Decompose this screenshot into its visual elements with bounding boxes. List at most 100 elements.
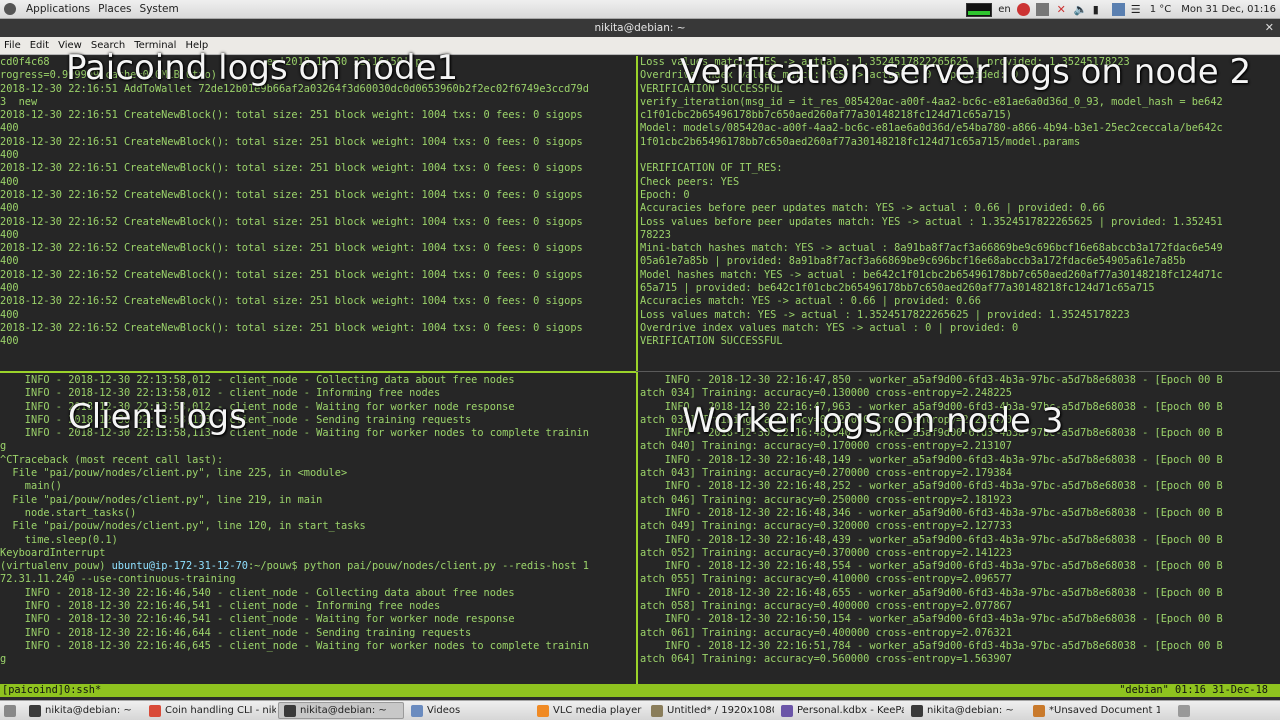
terminal-line: Overdrive index values match: YES -> act…: [640, 321, 1019, 334]
terminal-line: VERIFICATION OF IT_RES:: [640, 162, 783, 175]
terminal-line: INFO - 2018-12-30 22:16:46,644 - client_…: [0, 626, 472, 639]
camera-icon[interactable]: [1035, 3, 1049, 16]
taskbar-item[interactable]: Personal.kdbx - KeePass: [776, 702, 904, 719]
terminal-line: INFO - 2018-12-30 22:16:51,784 - worker_…: [640, 639, 1223, 652]
overlay-client-caption: Client logs: [68, 397, 247, 437]
terminal-line: 400: [0, 335, 19, 348]
weather-icon[interactable]: ☰: [1131, 3, 1144, 16]
taskbar-item[interactable]: Coin handling CLI - niki...: [144, 702, 276, 719]
terminal-line: 400: [0, 308, 19, 321]
overlay-worker-caption: Worker logs on node 3: [682, 401, 1064, 441]
tools-icon[interactable]: ✕: [1055, 3, 1068, 16]
monitor-icon[interactable]: [1111, 3, 1125, 16]
terminal-line: time.sleep(0.1): [0, 533, 118, 546]
debian-logo-icon[interactable]: [4, 3, 16, 15]
terminal-line: atch 034] Training: accuracy=0.130000 cr…: [640, 387, 1012, 400]
terminal-line: 65a715 | provided: be642c1f01cbc2b654961…: [640, 282, 1155, 295]
terminal-line: atch 049] Training: accuracy=0.320000 cr…: [640, 520, 1012, 533]
window-title: nikita@debian: ~: [594, 22, 686, 34]
tmux-status-bar: [paicoind]0:ssh* "debian" 01:16 31-Dec-1…: [0, 684, 1280, 697]
terminal-line: 400: [0, 255, 19, 268]
weather-temp[interactable]: 1 °C: [1150, 4, 1172, 15]
terminal-line: INFO - 2018-12-30 22:16:50,154 - worker_…: [640, 613, 1223, 626]
keyboard-layout[interactable]: en: [998, 4, 1011, 15]
taskbar-item-label: Videos: [427, 705, 461, 716]
terminal-line: 2018-12-30 22:16:51 CreateNewBlock(): to…: [0, 135, 583, 148]
terminal-line: INFO - 2018-12-30 22:16:48,346 - worker_…: [640, 506, 1223, 519]
menu-places[interactable]: Places: [98, 3, 131, 15]
terminal-icon: [29, 704, 41, 717]
terminal-line: verify_iteration(msg_id = it_res_085420a…: [640, 95, 1223, 108]
workspace-switcher-icon[interactable]: [1178, 704, 1190, 717]
terminal-icon: [284, 704, 296, 717]
pane-divider-horizontal-active: [0, 371, 636, 373]
terminal-line: main(): [0, 480, 62, 493]
terminal-line: ^CTraceback (most recent call last):: [0, 453, 224, 466]
terminal-line: 400: [0, 122, 19, 135]
terminal-line: g: [0, 653, 7, 666]
terminal-line: INFO - 2018-12-30 22:16:47,850 - worker_…: [640, 374, 1223, 386]
vlc-icon: [537, 704, 549, 717]
volume-icon[interactable]: 🔈: [1074, 3, 1088, 16]
terminal-line: 1f01cbc2b65496178bb7c650aed260af77a30148…: [640, 135, 1081, 148]
close-icon[interactable]: ✕: [1265, 21, 1274, 34]
terminal-line: c1f01cbc2b65496178bb7c650aed260af77a3014…: [640, 109, 1012, 122]
terminal-line: Loss values match: YES -> actual : 1.352…: [640, 308, 1130, 321]
folder-icon: [411, 704, 423, 717]
terminal-line: Model: models/085420ac-a00f-4aa2-bc6c-e8…: [640, 122, 1223, 135]
clock[interactable]: Mon 31 Dec, 01:16: [1181, 4, 1276, 15]
taskbar-item-label: Untitled* / 1920x1080...: [667, 705, 774, 716]
taskbar-item-label: nikita@debian: ~: [300, 705, 387, 716]
taskbar: nikita@debian: ~ Coin handling CLI - niki…: [0, 700, 1280, 720]
terminal-line: Loss values before peer updates match: Y…: [640, 215, 1223, 228]
terminal-line: 400: [0, 149, 19, 162]
menu-file[interactable]: File: [4, 40, 21, 51]
pane-paicoind[interactable]: cd0f4c68 e='2018-12-30 22:16:50' p rogres…: [0, 56, 636, 370]
terminal-line: Check peers: YES: [640, 175, 740, 188]
terminal-line: Epoch: 0: [640, 188, 690, 201]
record-icon[interactable]: [1016, 3, 1030, 16]
taskbar-item[interactable]: *Unsaved Document 1...: [1028, 702, 1160, 719]
taskbar-item[interactable]: VLC media player: [532, 702, 644, 719]
taskbar-item[interactable]: Videos: [406, 702, 530, 719]
terminal-line: 78223: [640, 228, 671, 241]
taskbar-item-label: nikita@debian: ~: [927, 705, 1014, 716]
show-desktop-icon[interactable]: [4, 704, 16, 717]
terminal-line: (virtualenv_pouw) ubuntu@ip-172-31-12-70…: [0, 560, 589, 573]
menu-edit[interactable]: Edit: [30, 40, 49, 51]
terminal-line: 2018-12-30 22:16:52 CreateNewBlock(): to…: [0, 295, 583, 308]
terminal-line: INFO - 2018-12-30 22:16:46,540 - client_…: [0, 586, 515, 599]
chrome-icon: [149, 704, 161, 717]
gimp-icon: [651, 704, 663, 717]
terminal-line: INFO - 2018-12-30 22:16:48,554 - worker_…: [640, 560, 1223, 573]
menu-system[interactable]: System: [140, 3, 179, 15]
terminal-line: 400: [0, 175, 19, 188]
menu-applications[interactable]: Applications: [26, 3, 90, 15]
pane-divider-vertical[interactable]: [636, 56, 638, 684]
tmux-host-time: "debian" 01:16 31-Dec-18: [1119, 684, 1268, 696]
taskbar-item-label: *Unsaved Document 1...: [1049, 705, 1160, 716]
pane-verification-server[interactable]: Loss values match: YES -> actual : 1.352…: [640, 56, 1280, 370]
taskbar-item[interactable]: nikita@debian: ~: [24, 702, 142, 719]
terminal-line: File "pai/pouw/nodes/client.py", line 22…: [0, 467, 348, 480]
terminal-line: INFO - 2018-12-30 22:16:48,655 - worker_…: [640, 586, 1223, 599]
terminal-line: atch 055] Training: accuracy=0.410000 cr…: [640, 573, 1012, 586]
taskbar-item[interactable]: Untitled* / 1920x1080...: [646, 702, 774, 719]
window-titlebar[interactable]: nikita@debian: ~ ✕: [0, 19, 1280, 37]
overlay-paicoind-caption: Paicoind logs on node1: [66, 48, 459, 88]
taskbar-item-label: VLC media player: [553, 705, 642, 716]
overlay-verification-caption: Verification server logs on node 2: [680, 52, 1252, 92]
system-monitor-icon[interactable]: [966, 2, 993, 17]
terminal-line: atch 064] Training: accuracy=0.560000 cr…: [640, 653, 1012, 666]
terminal-line: 400: [0, 228, 19, 241]
terminal-line: 2018-12-30 22:16:52 CreateNewBlock(): to…: [0, 215, 583, 228]
terminal-area[interactable]: cd0f4c68 e='2018-12-30 22:16:50' p rogres…: [0, 50, 1280, 684]
network-icon[interactable]: ▮: [1093, 3, 1106, 16]
taskbar-item[interactable]: nikita@debian: ~: [278, 702, 404, 719]
terminal-line: 05a61e7a85b | provided: 8a91ba8f7acf3a66…: [640, 255, 1186, 268]
terminal-line: KeyboardInterrupt: [0, 546, 106, 559]
terminal-line: 2018-12-30 22:16:52 CreateNewBlock(): to…: [0, 321, 583, 334]
taskbar-item[interactable]: nikita@debian: ~: [906, 702, 1026, 719]
terminal-line: 2018-12-30 22:16:52 CreateNewBlock(): to…: [0, 188, 583, 201]
terminal-line: g: [0, 440, 7, 453]
